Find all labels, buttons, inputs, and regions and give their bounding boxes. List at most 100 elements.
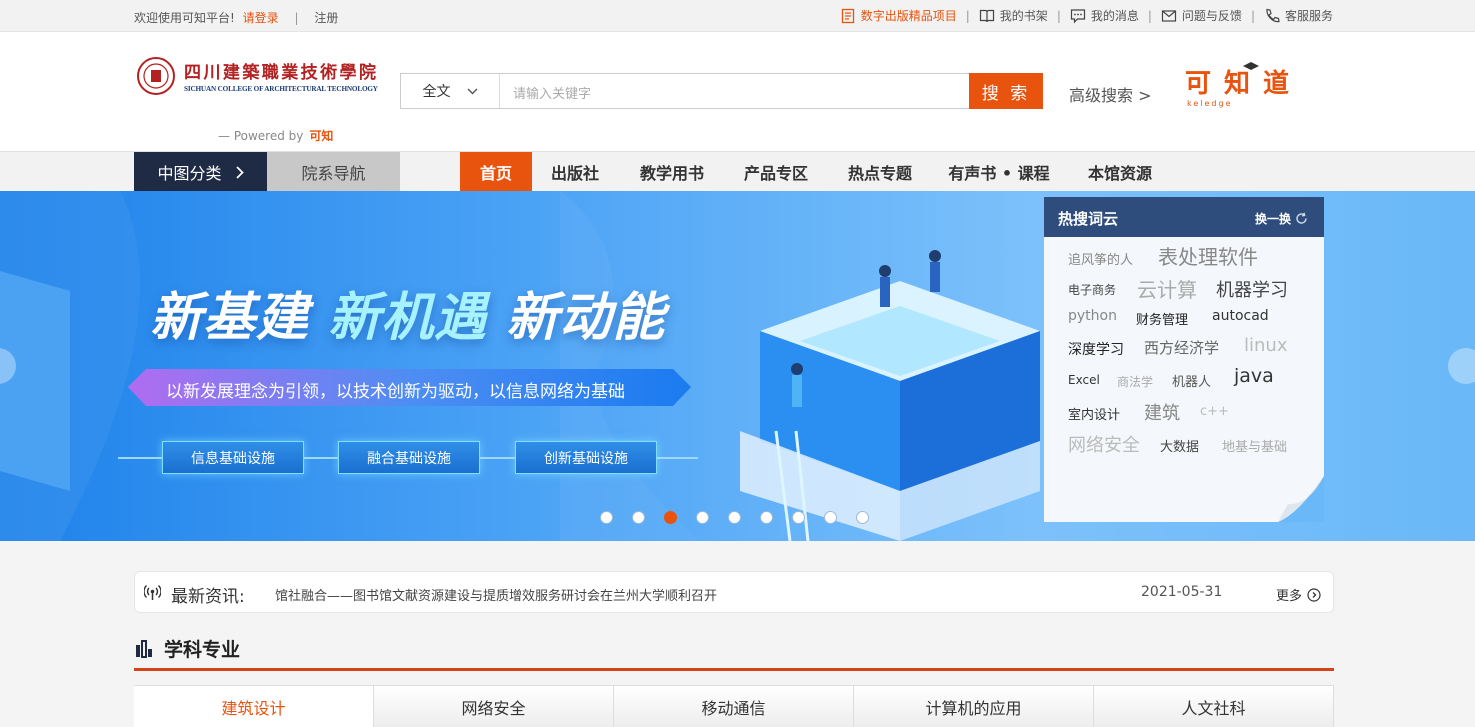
nav-item-textbooks[interactable]: 教学用书	[628, 152, 716, 192]
digital-publishing-link[interactable]: 数字出版精品项目	[840, 7, 957, 24]
nav-item-home[interactable]: 首页	[460, 152, 532, 192]
banner-headline-part: 新机遇	[328, 288, 507, 348]
hot-word[interactable]: 西方经济学	[1144, 337, 1219, 358]
my-messages-label: 我的消息	[1090, 9, 1139, 23]
search-button[interactable]: 搜 索	[969, 73, 1043, 109]
hot-search-header: 热搜词云 换一换	[1044, 197, 1324, 237]
hot-search-title: 热搜词云	[1058, 210, 1119, 228]
advanced-search-link[interactable]: 高级搜索 >	[1069, 82, 1152, 106]
bar-chart-icon	[136, 639, 152, 658]
carousel-dot[interactable]	[600, 511, 613, 524]
carousel-dot[interactable]	[632, 511, 645, 524]
hero-banner[interactable]: 新基建 新机遇 新动能 以新发展理念为引领，以技术创新为驱动，以信息网络为基础 …	[0, 191, 1475, 541]
login-link[interactable]: 请登录	[243, 11, 279, 25]
mail-icon	[1161, 9, 1177, 22]
site-header: 四川建築職業技術學院 SICHUAN COLLEGE OF ARCHITECTU…	[0, 32, 1475, 151]
chevron-right-icon	[235, 165, 244, 179]
carousel-dot[interactable]	[760, 511, 773, 524]
hot-word[interactable]: Excel	[1068, 373, 1100, 387]
top-bar: 欢迎使用可知平台! 请登录 | 注册 数字出版精品项目 | 我的书架 | 我的消…	[0, 0, 1475, 32]
search-scope-value: 全文	[422, 84, 451, 100]
hot-word[interactable]: 财务管理	[1136, 309, 1188, 328]
chevron-down-icon	[467, 88, 477, 94]
banner-pill: 信息基础设施	[162, 441, 304, 474]
institution-name-en: SICHUAN COLLEGE OF ARCHITECTURAL TECHNOL…	[184, 85, 379, 93]
news-date: 2021-05-31	[1141, 584, 1223, 600]
hot-word[interactable]: 网络安全	[1068, 431, 1140, 457]
news-more-link[interactable]: 更多	[1276, 585, 1321, 604]
nav-department[interactable]: 院系导航	[267, 152, 400, 192]
hot-word[interactable]: 地基与基础	[1222, 436, 1287, 455]
my-bookshelf-link[interactable]: 我的书架	[979, 7, 1048, 24]
hot-word[interactable]: c++	[1200, 404, 1229, 419]
carousel-dot[interactable]	[856, 511, 869, 524]
nav-item-products[interactable]: 产品专区	[732, 152, 820, 192]
refresh-label: 换一换	[1254, 212, 1291, 226]
subject-tabs: 建筑设计 网络安全 移动通信 计算机的应用 人文社科	[134, 685, 1334, 727]
digital-publishing-label: 数字出版精品项目	[860, 9, 957, 23]
tab-mobile-communication[interactable]: 移动通信	[614, 686, 854, 727]
search-input[interactable]: 请输入关键字	[513, 83, 591, 102]
tab-computer-applications[interactable]: 计算机的应用	[854, 686, 1094, 727]
document-icon	[841, 8, 854, 23]
powered-by: — Powered by 可知	[218, 129, 334, 143]
message-icon	[1070, 8, 1085, 23]
my-messages-link[interactable]: 我的消息	[1070, 7, 1139, 24]
carousel-dot[interactable]	[696, 511, 709, 524]
banner-headline: 新基建 新机遇 新动能	[150, 275, 665, 350]
hot-word[interactable]: 商法学	[1117, 373, 1153, 390]
banner-headline-part: 新动能	[506, 288, 666, 348]
register-link[interactable]: 注册	[314, 11, 338, 25]
search-box: 全文 请输入关键字 搜 索	[400, 73, 1043, 109]
carousel-dot[interactable]	[792, 511, 805, 524]
section-divider	[134, 668, 1334, 671]
top-bar-links: 数字出版精品项目 | 我的书架 | 我的消息 | 问题与反馈 | 客服服务	[840, 7, 1333, 24]
hot-word[interactable]: autocad	[1212, 308, 1269, 324]
nav-item-library-resources[interactable]: 本馆资源	[1074, 152, 1166, 192]
nav-item-audiobooks[interactable]: 有声书 • 课程	[940, 152, 1058, 192]
customer-service-link[interactable]: 客服服务	[1264, 7, 1333, 24]
hot-word[interactable]: 深度学习	[1068, 339, 1124, 359]
hot-word[interactable]: 机器人	[1172, 371, 1211, 390]
phone-icon	[1266, 8, 1280, 22]
search-scope-select[interactable]: 全文	[401, 74, 500, 108]
carousel-dot[interactable]	[728, 511, 741, 524]
carousel-dots	[600, 511, 869, 524]
refresh-icon	[1296, 212, 1307, 224]
powered-by-text: Powered by	[233, 129, 304, 143]
refresh-button[interactable]: 换一换	[1255, 210, 1308, 227]
divider: |	[965, 8, 970, 23]
powered-brand: 可知	[309, 129, 334, 143]
hot-word[interactable]: 建筑	[1144, 399, 1180, 425]
keledge-logo-sub: keledge	[1187, 99, 1233, 108]
hot-word[interactable]: java	[1234, 365, 1274, 387]
news-headline-link[interactable]: 馆社融合——图书馆文献资源建设与提质增效服务研讨会在兰州大学顺利召开	[275, 585, 717, 604]
carousel-dot[interactable]	[824, 511, 837, 524]
banner-subtitle: 以新发展理念为引领，以技术创新为驱动，以信息网络为基础	[166, 382, 625, 402]
hot-word[interactable]: 电子商务	[1068, 281, 1116, 298]
hot-word[interactable]: 室内设计	[1068, 404, 1120, 423]
main-nav: 中图分类 院系导航 首页 出版社 教学用书 产品专区 热点专题 有声书 • 课程…	[0, 151, 1475, 192]
banner-pill: 创新基础设施	[515, 441, 657, 474]
nav-classification[interactable]: 中图分类	[134, 152, 267, 192]
carousel-dot[interactable]	[664, 511, 677, 524]
hot-word[interactable]: 表处理软件	[1158, 241, 1258, 270]
hot-word[interactable]: 机器学习	[1216, 276, 1288, 302]
keledge-logo[interactable]: 可知道 keledge	[1183, 52, 1295, 112]
hot-word[interactable]: 大数据	[1160, 436, 1199, 455]
tab-network-security[interactable]: 网络安全	[374, 686, 614, 727]
nav-classification-label: 中图分类	[157, 164, 222, 183]
hot-word[interactable]: 追风筝的人	[1068, 249, 1133, 268]
hot-word[interactable]: 云计算	[1137, 274, 1197, 303]
nav-item-publishers[interactable]: 出版社	[540, 152, 610, 192]
nav-item-topics[interactable]: 热点专题	[836, 152, 924, 192]
feedback-link[interactable]: 问题与反馈	[1161, 7, 1242, 24]
hot-word[interactable]: linux	[1244, 335, 1287, 356]
banner-pill: 融合基础设施	[338, 441, 480, 474]
tab-humanities[interactable]: 人文社科	[1094, 686, 1334, 727]
chevron-right-circle-icon	[1307, 587, 1321, 602]
banner-subtitle-ribbon: 以新发展理念为引领，以技术创新为驱动，以信息网络为基础	[128, 369, 691, 406]
hot-word[interactable]: python	[1068, 308, 1117, 324]
tab-architecture-design[interactable]: 建筑设计	[134, 686, 374, 727]
institution-logo[interactable]: 四川建築職業技術學院 SICHUAN COLLEGE OF ARCHITECTU…	[136, 56, 380, 100]
